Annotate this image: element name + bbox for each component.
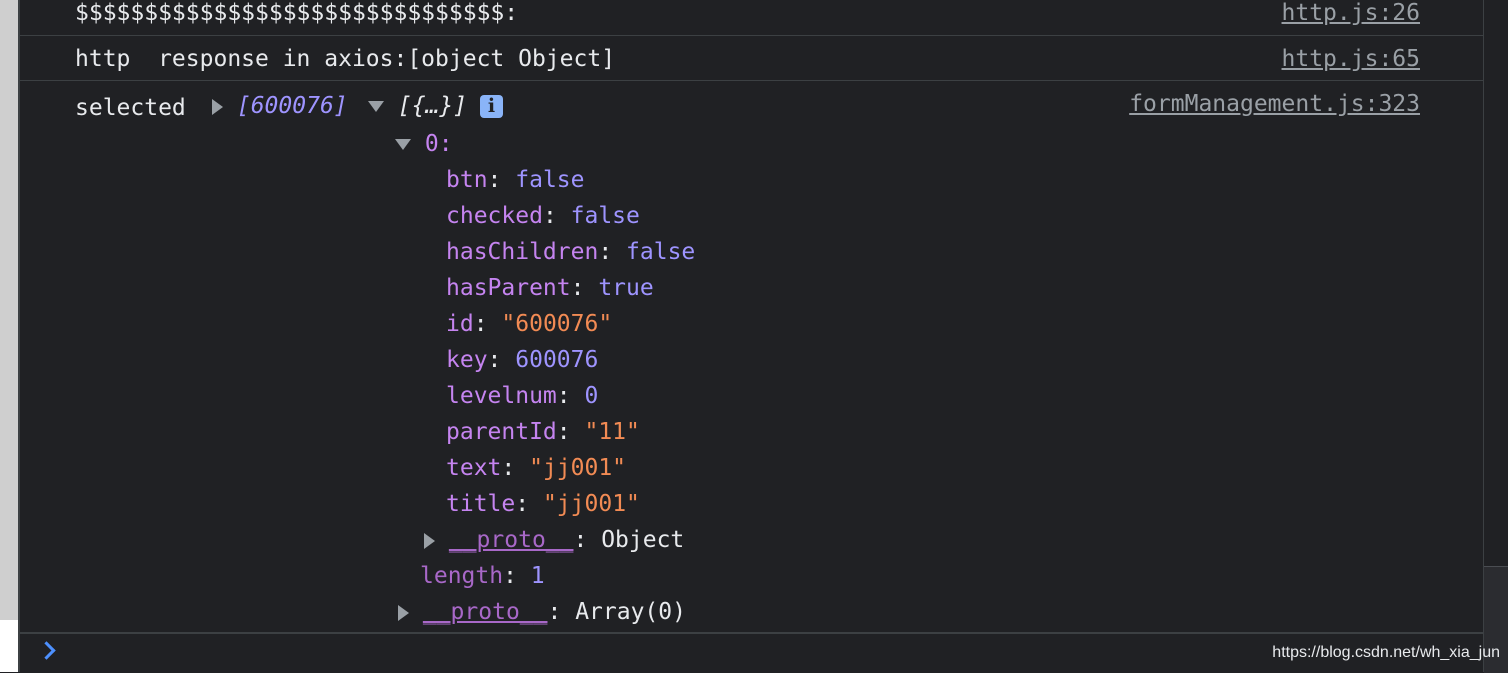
object-property: text: "jj001" [446,455,627,481]
length-value: 1 [530,563,545,589]
proto-key: __proto__ [422,599,548,625]
expand-triangle-icon [212,98,223,115]
property-key: levelnum [446,383,557,409]
objects-preview-text: [{…}] [397,93,468,119]
property-value: false [626,239,696,265]
objects-preview-toggle[interactable]: [{…}] [368,93,467,119]
property-value: true [598,275,654,301]
source-link[interactable]: http.js:26 [1282,0,1420,26]
proto-value: Array(0) [575,599,686,625]
watermark-text: https://blog.csdn.net/wh_xia_jun [1272,644,1500,661]
property-value: "11" [584,419,640,445]
console-panel: $$$$$$$$$$$$$$$$$$$$$$$$$$$$$$$: http.js… [20,0,1484,672]
property-key: text [446,455,502,481]
property-key: parentId [446,419,557,445]
property-value: 0 [584,383,599,409]
console-message: http response in axios:[object Object] h… [20,36,1484,81]
left-window-edge [0,0,18,620]
console-input[interactable] [70,638,1074,670]
property-key: btn [446,167,488,193]
property-key: title [446,491,516,517]
object-property: levelnum: 0 [446,383,599,409]
array-item-index: 0: [424,131,453,157]
length-key: length [420,563,504,589]
property-key: id [446,311,474,337]
console-prompt [20,633,1484,673]
object-property: title: "jj001" [446,491,640,517]
array-preview-text: [600076] [236,93,348,119]
object-property: parentId: "11" [446,419,640,445]
item-proto-toggle[interactable]: __proto__: Object [424,527,684,553]
object-property: hasParent: true [446,275,654,301]
property-value: false [515,167,585,193]
expand-triangle-icon [424,532,435,549]
info-icon[interactable]: i [480,95,503,118]
console-message-expanded: selected [600076] [{…}] i formManagement… [20,81,1484,633]
expand-triangle-icon [398,604,409,621]
message-text: $$$$$$$$$$$$$$$$$$$$$$$$$$$$$$$: [75,0,519,26]
object-property: checked: false [446,203,640,229]
object-property: key: 600076 [446,347,599,373]
prompt-chevron-icon [37,641,56,660]
left-window-edge-bottom [0,620,18,672]
vertical-scrollbar[interactable] [1483,0,1508,673]
array-preview-toggle[interactable]: [600076] [212,93,348,119]
property-value: false [570,203,640,229]
object-property: hasChildren: false [446,239,696,265]
array-proto-toggle[interactable]: __proto__: Array(0) [398,599,686,625]
property-key: key [446,347,488,373]
proto-value: Object [601,527,685,553]
message-text: http response in axios:[object Object] [75,46,616,72]
message-label: selected [75,95,186,121]
property-key: hasChildren [446,239,599,265]
property-value: "jj001" [542,491,640,517]
collapse-triangle-icon [368,101,384,112]
property-value: "jj001" [529,455,627,481]
object-property: btn: false [446,167,585,193]
property-value: "600076" [501,311,613,337]
console-message: $$$$$$$$$$$$$$$$$$$$$$$$$$$$$$$: http.js… [20,0,1484,36]
array-preview: [600076] [237,93,348,119]
proto-key: __proto__ [448,527,574,553]
source-link[interactable]: http.js:65 [1282,46,1420,72]
property-key: checked [446,203,543,229]
property-value: 600076 [515,347,599,373]
property-key: hasParent [446,275,571,301]
array-item-toggle[interactable]: 0: [395,131,453,157]
collapse-triangle-icon [395,139,411,150]
source-link[interactable]: formManagement.js:323 [1129,91,1420,117]
object-property: id: "600076" [446,311,613,337]
length-property: length: 1 [420,563,545,589]
